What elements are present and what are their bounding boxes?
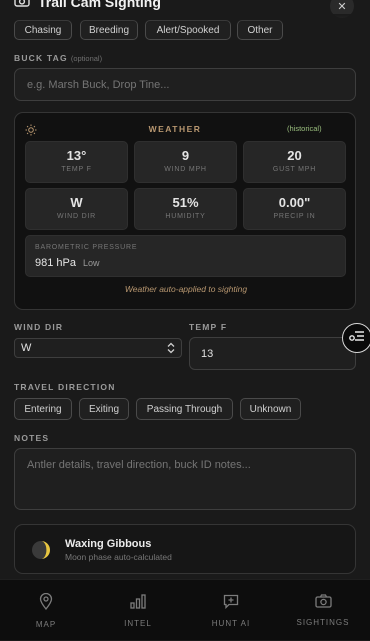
temp-input[interactable] bbox=[189, 337, 356, 370]
travel-chip-passing-through[interactable]: Passing Through bbox=[136, 398, 233, 420]
chat-plus-icon bbox=[223, 594, 239, 614]
close-icon: ✕ bbox=[337, 0, 347, 13]
travel-direction-label: TRAVEL DIRECTION bbox=[14, 382, 116, 392]
weather-cell-wind-dir: W WIND DIR bbox=[25, 188, 128, 230]
weather-cell-wind: 9 WIND MPH bbox=[134, 141, 237, 183]
wind-dir-label: WIND DIR bbox=[56, 213, 97, 220]
chip-label: Passing Through bbox=[146, 403, 223, 415]
historical-badge: (historical) bbox=[287, 124, 322, 133]
chip-label: Other bbox=[247, 24, 273, 36]
weather-card: WEATHER (historical) 13° TEMP F 9 WIND MPH… bbox=[14, 112, 356, 310]
camera-icon bbox=[14, 0, 30, 10]
notes-label: NOTES bbox=[14, 433, 50, 443]
pressure-readout: 981 hPa Low bbox=[35, 257, 100, 269]
nav-label: MAP bbox=[35, 619, 57, 629]
notes-textarea[interactable] bbox=[14, 448, 356, 510]
wind-dir-select[interactable]: W bbox=[14, 338, 182, 358]
pressure-status: Low bbox=[83, 258, 100, 268]
nav-label: INTEL bbox=[124, 618, 152, 628]
modal-title-group: Trail Cam Sighting bbox=[14, 0, 161, 10]
chip-label: Alert/Spooked bbox=[156, 24, 220, 36]
modal-header: Trail Cam Sighting ✕ bbox=[0, 0, 370, 18]
precip-label: PRECIP IN bbox=[273, 213, 316, 220]
chip-label: Unknown bbox=[249, 403, 292, 415]
gust-value: 20 bbox=[287, 148, 302, 163]
temp-value: 13° bbox=[66, 148, 87, 163]
temp-field-label: TEMP F bbox=[189, 322, 228, 332]
humidity-value: 51% bbox=[172, 195, 199, 210]
weather-cell-humidity: 51% HUMIDITY bbox=[134, 188, 237, 230]
precip-value: 0.00" bbox=[278, 195, 311, 210]
moon-phase-subtitle: Moon phase auto-calculated bbox=[65, 552, 172, 562]
wind-value: 9 bbox=[181, 148, 190, 163]
chip-label: Breeding bbox=[88, 24, 130, 36]
filter-fab-button[interactable] bbox=[342, 323, 370, 353]
gust-label: GUST MPH bbox=[272, 166, 317, 173]
nav-item-hunt-ai[interactable]: HUNT AI bbox=[185, 580, 277, 641]
buck-tag-label: BUCK TAG (optional) bbox=[14, 53, 102, 63]
map-pin-icon bbox=[39, 592, 53, 615]
modal-title: Trail Cam Sighting bbox=[38, 0, 161, 10]
weather-cell-gust: 20 GUST MPH bbox=[243, 141, 346, 183]
wind-dir-field-label: WIND DIR bbox=[14, 322, 64, 332]
buck-tag-input[interactable] bbox=[14, 68, 356, 101]
nav-item-sightings[interactable]: SIGHTINGS bbox=[277, 580, 369, 641]
wind-label: WIND MPH bbox=[164, 166, 207, 173]
moon-phase-card: Waxing Gibbous Moon phase auto-calculate… bbox=[14, 524, 356, 574]
weather-cell-precip: 0.00" PRECIP IN bbox=[243, 188, 346, 230]
wind-dir-selected: W bbox=[21, 342, 32, 354]
pressure-panel: BAROMETRIC PRESSURE 981 hPa Low bbox=[25, 235, 346, 277]
optional-hint: (optional) bbox=[70, 54, 103, 63]
chip-label: Entering bbox=[24, 403, 62, 415]
filter-list-icon bbox=[349, 329, 365, 347]
nav-item-intel[interactable]: INTEL bbox=[92, 580, 184, 641]
bar-chart-icon bbox=[130, 593, 146, 614]
buck-tag-label-text: BUCK TAG bbox=[14, 53, 68, 63]
nav-item-map[interactable]: MAP bbox=[0, 580, 92, 641]
chip-label: Chasing bbox=[24, 24, 62, 36]
camera-icon bbox=[314, 594, 332, 613]
nav-label: SIGHTINGS bbox=[296, 618, 350, 627]
chip-label: Exiting bbox=[88, 403, 119, 415]
weather-cell-temp: 13° TEMP F bbox=[25, 141, 128, 183]
wind-dir-value: W bbox=[70, 195, 83, 210]
moon-phase-name: Waxing Gibbous bbox=[65, 538, 152, 550]
temp-label: TEMP F bbox=[61, 166, 92, 173]
travel-chip-unknown[interactable]: Unknown bbox=[240, 398, 301, 420]
pressure-label: BAROMETRIC PRESSURE bbox=[35, 244, 138, 251]
scroll-fade bbox=[0, 14, 370, 24]
pressure-value: 981 hPa bbox=[35, 257, 76, 269]
travel-chip-entering[interactable]: Entering bbox=[14, 398, 72, 420]
travel-chip-exiting[interactable]: Exiting bbox=[79, 398, 129, 420]
humidity-label: HUMIDITY bbox=[165, 213, 206, 220]
nav-label: HUNT AI bbox=[211, 618, 251, 628]
weather-note: Weather auto-applied to sighting bbox=[124, 284, 248, 294]
chevron-updown-icon bbox=[166, 342, 176, 357]
bottom-nav: MAP INTEL HUNT AI SIGHTINGS bbox=[0, 579, 370, 640]
moon-icon bbox=[31, 540, 51, 565]
